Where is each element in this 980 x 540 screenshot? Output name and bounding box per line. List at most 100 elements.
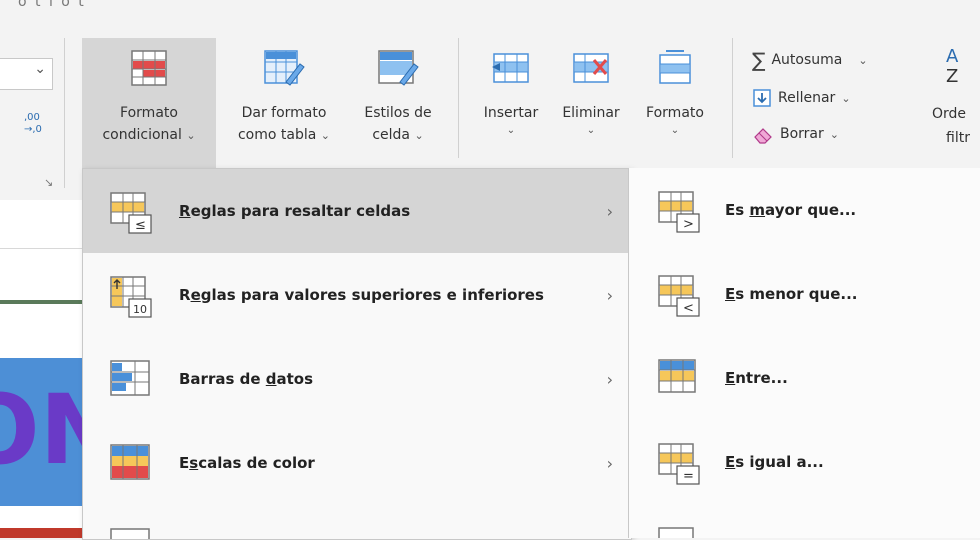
sort-az-icon: A Z xyxy=(946,46,959,87)
menu-item-label: Escalas de color xyxy=(179,454,315,472)
autosum-button[interactable]: ∑ Autosuma ⌄ xyxy=(752,48,868,72)
chevron-down-icon: ⌄ xyxy=(186,129,196,142)
chevron-right-icon: › xyxy=(606,285,613,305)
decrease-decimal-button[interactable]: ,00 →,0 xyxy=(20,108,50,138)
delete-cells-button[interactable]: Eliminar ⌄ xyxy=(552,38,630,168)
dialog-launcher-icon[interactable]: ↘ xyxy=(44,176,53,189)
sort-filter-label: Orde xyxy=(932,106,967,122)
clear-label: Borrar xyxy=(780,126,824,142)
conditional-format-menu: ≤ Reglas para resaltar celdas › 10 Regla… xyxy=(82,168,632,540)
menu-item-label: Reglas para valores superiores e inferio… xyxy=(179,286,544,304)
submenu-item-less-than[interactable]: < Es menor que... xyxy=(629,252,980,336)
greater-than-icon: > xyxy=(658,191,700,233)
group-separator xyxy=(64,38,65,188)
format-as-table-label-2: como tabla ⌄ xyxy=(237,127,330,143)
ribbon-tab-strip: o t i o t xyxy=(0,0,980,28)
color-scales-icon xyxy=(110,444,150,480)
highlight-cells-icon: ≤ xyxy=(110,192,152,234)
menu-item-highlight-cell-rules[interactable]: ≤ Reglas para resaltar celdas › xyxy=(83,169,631,253)
chevron-right-icon: › xyxy=(606,453,613,473)
format-as-table-icon xyxy=(264,50,305,86)
worksheet-area: ON xyxy=(0,200,82,538)
format-cells-icon xyxy=(659,50,691,84)
decrease-decimal-icon: ,00→,0 xyxy=(24,112,42,135)
chart-text: ON xyxy=(0,374,82,486)
format-cells-label: Formato xyxy=(646,105,704,121)
chevron-down-icon: ⌄ xyxy=(506,125,516,136)
svg-text:A: A xyxy=(946,46,959,67)
cell-styles-button[interactable]: Estilos de celda ⌄ xyxy=(348,38,448,168)
submenu-item-greater-than[interactable]: > Es mayor que... xyxy=(629,168,980,252)
format-as-table-button[interactable]: Dar formato como tabla ⌄ xyxy=(222,38,346,168)
submenu-item-label: Es menor que... xyxy=(725,285,858,303)
chevron-right-icon: › xyxy=(606,201,613,221)
ten-label: 10 xyxy=(133,303,147,316)
fill-button[interactable]: Rellenar ⌄ xyxy=(752,88,851,108)
chevron-down-icon: ⌄ xyxy=(586,125,596,136)
insert-cells-label: Insertar xyxy=(483,105,539,121)
gt-symbol: > xyxy=(683,217,694,232)
conditional-format-label: Formato xyxy=(120,105,178,121)
between-icon xyxy=(658,359,696,393)
column-gridline xyxy=(0,248,82,249)
group-separator xyxy=(732,38,733,158)
eq-symbol: = xyxy=(683,469,694,484)
chevron-down-icon: ⌄ xyxy=(414,129,424,142)
sort-filter-label-2: filtr xyxy=(946,130,970,146)
chevron-down-icon: ⌄ xyxy=(829,127,839,141)
number-format-dropdown[interactable]: ⌄ xyxy=(0,58,53,90)
conditional-format-button[interactable]: Formato condicional ⌄ xyxy=(82,38,216,168)
submenu-item-label: Entre... xyxy=(725,369,788,387)
conditional-format-icon xyxy=(131,50,167,86)
text-contains-icon xyxy=(658,527,694,538)
autosum-label: Autosuma xyxy=(771,52,843,68)
clear-button[interactable]: Borrar ⌄ xyxy=(752,124,839,144)
sigma-icon: ∑ xyxy=(752,48,766,72)
svg-text:Z: Z xyxy=(946,66,958,87)
menu-item-label: Reglas para resaltar celdas xyxy=(179,202,411,220)
chart-fill-block: ON xyxy=(0,358,82,506)
chevron-right-icon: › xyxy=(606,369,613,389)
format-cells-button[interactable]: Formato ⌄ xyxy=(632,38,718,168)
sort-filter-button[interactable]: A Z Orde filtr xyxy=(928,44,980,168)
cell-styles-icon xyxy=(378,50,419,86)
delete-cells-icon xyxy=(573,53,609,83)
lt-symbol: < xyxy=(683,301,694,316)
svg-text:,00: ,00 xyxy=(24,112,40,123)
menu-item-color-scales[interactable]: Escalas de color › xyxy=(83,421,631,505)
cell-styles-label-2: celda ⌄ xyxy=(372,127,424,143)
chevron-down-icon: ⌄ xyxy=(841,91,851,105)
tab-partial-text: o t i o t xyxy=(18,0,86,10)
svg-text:→,0: →,0 xyxy=(24,124,42,135)
menu-item-top-bottom-rules[interactable]: 10 Reglas para valores superiores e infe… xyxy=(83,253,631,337)
submenu-item-between[interactable]: Entre... xyxy=(629,336,980,420)
chevron-down-icon: ⌄ xyxy=(320,129,330,142)
equal-to-icon: = xyxy=(658,443,700,485)
eraser-icon xyxy=(754,128,772,144)
chart-axis-line xyxy=(0,300,82,304)
delete-cells-label: Eliminar xyxy=(562,105,620,121)
menu-item-label: Barras de datos xyxy=(179,370,314,388)
menu-item-data-bars[interactable]: Barras de datos › xyxy=(83,337,631,421)
fill-label: Rellenar xyxy=(778,90,836,106)
data-bars-icon xyxy=(110,360,150,396)
conditional-format-label-2: condicional ⌄ xyxy=(102,127,196,143)
le-symbol: ≤ xyxy=(135,218,146,233)
insert-cells-icon xyxy=(492,53,529,83)
submenu-item-equal-to[interactable]: = Es igual a... xyxy=(629,420,980,504)
cell-styles-label: Estilos de xyxy=(364,105,432,121)
fill-down-icon xyxy=(753,89,771,107)
group-separator xyxy=(458,38,459,158)
chevron-down-icon: ⌄ xyxy=(670,125,680,136)
menu-item-icon-sets-partial[interactable] xyxy=(83,505,631,539)
insert-cells-button[interactable]: Insertar ⌄ xyxy=(472,38,550,168)
format-as-table-label: Dar formato xyxy=(241,105,327,121)
chart-red-bar xyxy=(0,528,82,538)
top-bottom-icon: 10 xyxy=(110,276,152,318)
submenu-item-partial[interactable] xyxy=(629,504,980,538)
icon-sets-icon xyxy=(110,528,150,539)
highlight-rules-submenu: > Es mayor que... < Es menor que... Entr… xyxy=(628,168,980,538)
chevron-down-icon: ⌄ xyxy=(34,61,46,77)
submenu-item-label: Es mayor que... xyxy=(725,201,857,219)
less-than-icon: < xyxy=(658,275,700,317)
